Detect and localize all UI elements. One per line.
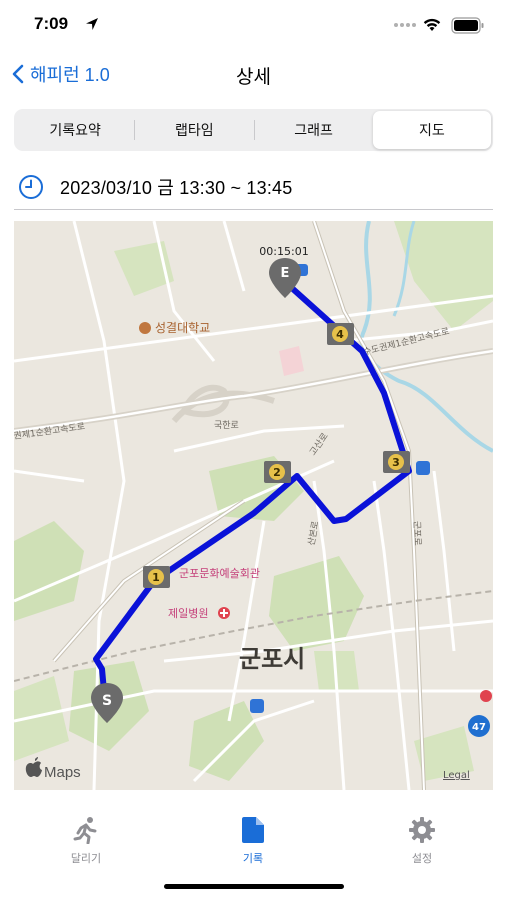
legal-link[interactable]: Legal: [443, 770, 470, 781]
end-time: 00:15:01: [259, 245, 308, 258]
maps-attribution-label: Maps: [44, 764, 81, 781]
location-arrow-icon: [86, 18, 98, 30]
tab-label: 기록요약: [49, 122, 101, 138]
tabbar-label: 기록: [242, 853, 264, 865]
route-map[interactable]: 수도권제1순환고속도로 권제1순환고속도로 군포로 산본로 고산로 국한로 성결…: [14, 221, 493, 790]
segmented-control: 기록요약 랩타임 그래프 지도: [14, 109, 493, 151]
start-label: S: [102, 693, 112, 709]
tab-summary[interactable]: 기록요약: [16, 111, 134, 149]
map-label-university: 성결대학교: [155, 321, 210, 335]
home-indicator[interactable]: [164, 884, 344, 889]
subway-icon: [416, 461, 430, 475]
tab-laptime[interactable]: 랩타임: [135, 111, 253, 149]
tabbar-label: 달리기: [70, 853, 102, 865]
tab-label: 랩타임: [175, 122, 214, 138]
clock-icon: [19, 175, 43, 199]
tab-graph[interactable]: 그래프: [255, 111, 373, 149]
tab-bar: 달리기 기록 설정: [0, 800, 507, 870]
map-canvas: 수도권제1순환고속도로 권제1순환고속도로 군포로 산본로 고산로 국한로 성결…: [14, 221, 493, 790]
page-title: 상세: [236, 67, 271, 88]
map-label-city: 군포시: [239, 645, 305, 673]
end-label: E: [281, 266, 290, 281]
svg-text:3: 3: [392, 456, 400, 469]
route-number: 47: [472, 722, 486, 733]
svg-text:2: 2: [273, 466, 281, 479]
wifi-icon: [423, 18, 441, 31]
lap-marker-1[interactable]: 1: [143, 566, 170, 588]
record-datetime-row: 2023/03/10 금 13:30 ~ 13:45: [14, 168, 493, 206]
bus-station-icon: [250, 699, 264, 713]
university-poi-icon: [139, 322, 151, 334]
tab-map[interactable]: 지도: [372, 111, 491, 149]
svg-text:1: 1: [152, 571, 160, 584]
running-icon: [73, 817, 97, 844]
lap-marker-2[interactable]: 2: [264, 461, 291, 483]
divider: [14, 209, 493, 210]
map-label-gukhan-road: 국한로: [214, 420, 239, 431]
map-label-arts-center: 군포문화예술회관: [179, 567, 260, 580]
record-datetime: 2023/03/10 금 13:30 ~ 13:45: [60, 178, 293, 198]
status-time: 7:09: [34, 14, 69, 33]
map-label-hospital: 제일병원: [168, 606, 208, 620]
svg-text:4: 4: [336, 328, 344, 341]
tabbar-item-running[interactable]: 달리기: [41, 816, 131, 866]
status-bar: 7:09: [0, 0, 507, 50]
lap-marker-4[interactable]: 4: [327, 323, 354, 345]
map-label-gunpo-road: 군포로: [411, 521, 423, 546]
cellular-signal-icon: [394, 23, 416, 27]
document-icon: [242, 817, 264, 843]
tabbar-item-records[interactable]: 기록: [208, 816, 298, 866]
tab-label: 그래프: [294, 122, 333, 138]
navigation-bar: 해피런 1.0 상세: [0, 54, 507, 94]
tabbar-item-settings[interactable]: 설정: [377, 816, 467, 866]
battery-icon: [451, 17, 484, 34]
lap-marker-3[interactable]: 3: [383, 451, 410, 473]
tabbar-label: 설정: [411, 853, 433, 865]
tab-label: 지도: [418, 122, 445, 138]
gear-icon: [409, 817, 435, 843]
